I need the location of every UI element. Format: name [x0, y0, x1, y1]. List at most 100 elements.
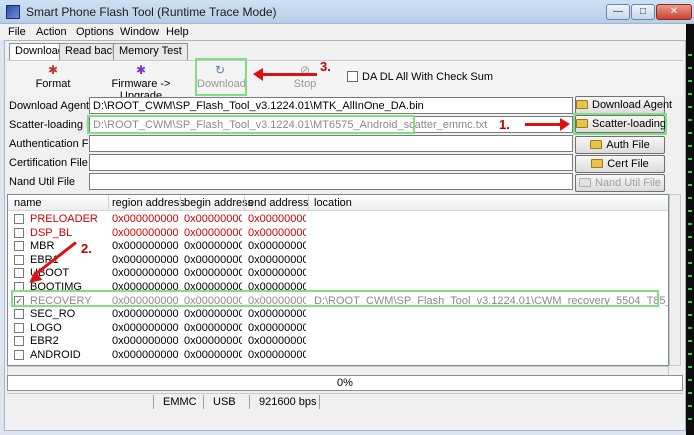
row-checkbox[interactable] [14, 254, 24, 265]
partition-name: EBR2 [30, 335, 59, 348]
annotation-1: 1. [499, 117, 510, 132]
partition-name: DSP_BL [30, 226, 73, 239]
begin-address: 0x00000000... [184, 321, 242, 334]
table-row[interactable]: EBR2 0x000000000... 0x00000000... 0x0000000… [8, 335, 668, 348]
table-row[interactable]: MBR0x000000000...0x00000000...0x00000000… [8, 240, 668, 253]
table-row[interactable]: LOGO 0x000000000... 0x00000000... 0x0000000… [8, 322, 668, 335]
folder-icon [576, 100, 588, 109]
window-title: Smart Phone Flash Tool (Runtime Trace Mo… [26, 5, 277, 19]
progress-bar: 0% [7, 375, 683, 391]
row-checkbox[interactable] [14, 336, 24, 347]
dl-all-label: DA DL All With Check Sum [362, 71, 494, 83]
begin-address: 0x00000000... [184, 213, 242, 225]
end-address: 0x00000000... [248, 308, 306, 321]
firmware-upgrade-button[interactable]: ✱ Firmware -> Upgrade [91, 62, 191, 102]
end-address: 0x00000000... [248, 335, 306, 348]
region-address: 0x000000000... [112, 308, 178, 321]
table-row[interactable]: PRELOADER 0x000000000... 0x00000000... 0x00… [8, 213, 668, 226]
cert-file-button[interactable]: Cert File [575, 155, 665, 173]
minimize-button[interactable]: — [606, 4, 630, 20]
region-address: 0x000000000... [112, 267, 178, 280]
row-checkbox[interactable] [14, 268, 24, 279]
folder-icon [590, 140, 603, 149]
row-checkbox[interactable] [14, 309, 24, 320]
col-end-address[interactable]: end address [248, 197, 309, 209]
end-address: 0x00000000... [248, 226, 306, 239]
annotation-arrow-1 [525, 123, 561, 126]
col-region-address[interactable]: region address [112, 197, 185, 209]
download-agent-field[interactable]: D:\ROOT_CWM\SP_Flash_Tool_v3.1224.01\MTK… [89, 97, 573, 114]
status-port: USB [213, 396, 236, 408]
cert-row: Certification File [7, 154, 573, 172]
progress-text: 0% [337, 377, 353, 389]
download-agent-row: Download Agent D:\ROOT_CWM\SP_Flash_Tool… [7, 97, 573, 115]
table-row[interactable]: DSP_BL 0x000000000... 0x00000000... 0x00000… [8, 227, 668, 240]
download-agent-button[interactable]: Download Agent [575, 96, 672, 114]
row-checkbox[interactable] [14, 227, 24, 238]
recovery-row-highlight [11, 290, 659, 307]
download-highlight [195, 58, 247, 96]
table-row[interactable]: UBOOT0x000000000...0x00000000...0x000000… [8, 267, 668, 280]
table-vertical-scrollbar[interactable] [669, 194, 681, 366]
annotation-3: 3. [320, 59, 331, 74]
annotation-arrowhead-3 [253, 68, 263, 81]
row-checkbox[interactable] [14, 350, 24, 360]
end-address: 0x00000000... [248, 321, 306, 334]
scatter-field-highlight [87, 115, 415, 134]
partition-name: PRELOADER [30, 213, 98, 225]
auth-file-button-label: Auth File [606, 139, 650, 151]
row-checkbox[interactable] [14, 322, 24, 333]
begin-address: 0x00000000... [184, 240, 242, 253]
folder-icon [578, 178, 591, 187]
row-checkbox[interactable] [14, 214, 24, 224]
region-address: 0x000000000... [112, 349, 178, 361]
nand-util-button-label: Nand Util File [594, 177, 662, 189]
row-checkbox[interactable] [14, 241, 24, 252]
format-label: Format [35, 78, 71, 90]
col-location[interactable]: location [314, 197, 352, 209]
auth-file-button[interactable]: Auth File [575, 136, 665, 154]
main-panel: Download Read back Memory Test ✱ Format … [4, 40, 686, 431]
maximize-button[interactable]: □ [631, 4, 655, 20]
status-storage: EMMC [163, 396, 197, 408]
partition-name: LOGO [30, 321, 62, 334]
annotation-arrow-3 [261, 73, 317, 76]
stop-button[interactable]: ⊘ Stop [287, 62, 323, 94]
format-button[interactable]: ✱ Format [31, 62, 75, 94]
menu-action[interactable]: Action [36, 26, 67, 38]
menu-bar: File Action Options Window Help [0, 24, 694, 40]
status-bar: EMMC USB 921600 bps [7, 393, 683, 410]
dl-all-checkbox-box [347, 71, 358, 82]
cert-label: Certification File [9, 157, 88, 169]
partition-name: ANDROID [30, 349, 81, 361]
nand-util-button[interactable]: Nand Util File [575, 174, 665, 192]
nand-field[interactable] [89, 173, 573, 190]
begin-address: 0x00000000... [184, 253, 242, 266]
menu-file[interactable]: File [8, 26, 26, 38]
end-address: 0x00000000... [248, 213, 306, 225]
region-address: 0x000000000... [112, 213, 178, 225]
begin-address: 0x00000000... [184, 335, 242, 348]
title-bar: Smart Phone Flash Tool (Runtime Trace Mo… [0, 0, 694, 24]
menu-window[interactable]: Window [120, 26, 159, 38]
auth-field[interactable] [89, 135, 573, 152]
close-button[interactable]: ✕ [656, 4, 692, 20]
firmware-icon: ✱ [135, 63, 147, 77]
menu-help[interactable]: Help [166, 26, 189, 38]
format-icon: ✱ [47, 63, 59, 77]
cert-field[interactable] [89, 154, 573, 171]
table-row[interactable]: SEC_RO 0x000000000... 0x00000000... 0x00000… [8, 308, 668, 321]
col-name[interactable]: name [14, 197, 42, 209]
cert-file-button-label: Cert File [607, 158, 649, 170]
tab-memory-test[interactable]: Memory Test [113, 43, 188, 60]
download-agent-label: Download Agent [9, 100, 90, 112]
dl-all-checkbox[interactable]: DA DL All With Check Sum [347, 71, 493, 83]
annotation-arrowhead-1 [560, 118, 570, 131]
region-address: 0x000000000... [112, 226, 178, 239]
background-terminal [686, 24, 694, 435]
menu-options[interactable]: Options [76, 26, 114, 38]
col-begin-address[interactable]: begin address [184, 197, 253, 209]
table-row[interactable]: EBR1 0x000000000... 0x00000000... 0x0000000… [8, 254, 668, 267]
table-row[interactable]: ANDROID 0x000000000... 0x00000000... 0x0000… [8, 349, 668, 362]
end-address: 0x00000000... [248, 253, 306, 266]
